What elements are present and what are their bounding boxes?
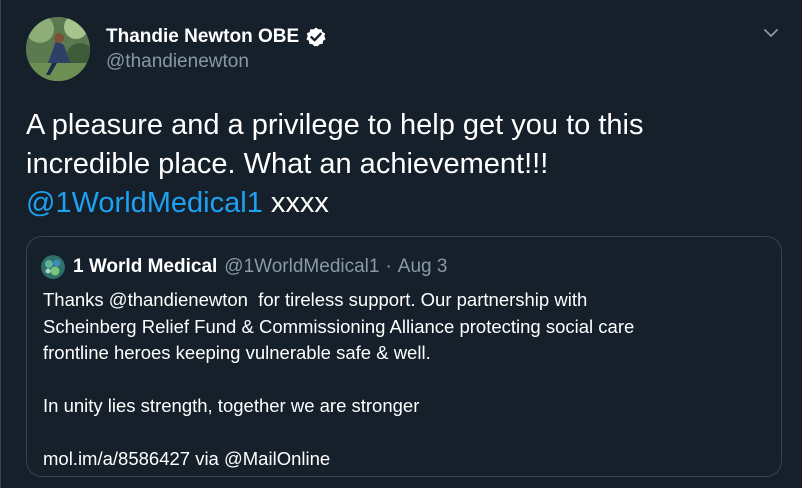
chevron-down-icon[interactable] bbox=[762, 24, 780, 42]
quoted-text-line: Scheinberg Relief Fund & Commissioning A… bbox=[43, 315, 635, 337]
tweet-text: A pleasure and a privilege to help get y… bbox=[26, 106, 766, 223]
quoted-text-link-line: mol.im/a/8586427 via @MailOnline bbox=[43, 448, 331, 469]
verified-badge-icon bbox=[305, 26, 327, 48]
quoted-text-line: frontline heroes keeping vulnerable safe… bbox=[43, 342, 431, 363]
quoted-author-display-name[interactable]: 1 World Medical bbox=[73, 256, 217, 278]
quoted-author-avatar[interactable] bbox=[41, 255, 65, 279]
tweet-text-line: @1WorldMedical1 xxxx bbox=[26, 184, 766, 223]
quoted-author-handle: @1WorldMedical1 bbox=[224, 256, 380, 277]
author-name-row: Thandie Newton OBE bbox=[106, 24, 327, 50]
mention-link[interactable]: @1WorldMedical1 bbox=[26, 187, 263, 219]
quoted-tweet-card[interactable]: 1 World Medical @1WorldMedical1 · Aug 3 … bbox=[26, 236, 782, 477]
author-display-name[interactable]: Thandie Newton OBE bbox=[106, 26, 299, 48]
quoted-separator: · bbox=[385, 256, 392, 277]
quoted-tweet-text: Thanks @thandienewton for tireless suppo… bbox=[43, 287, 773, 473]
quoted-text-line: Thanks @thandienewton for tireless suppo… bbox=[43, 289, 588, 310]
author-handle[interactable]: @thandienewton bbox=[106, 51, 249, 73]
tweet-text-trailing: xxxx bbox=[262, 187, 329, 219]
author-avatar[interactable] bbox=[26, 17, 90, 81]
quoted-tweet-header: 1 World Medical @1WorldMedical1 · Aug 3 bbox=[41, 254, 447, 280]
quoted-tweet-date[interactable]: Aug 3 bbox=[398, 256, 448, 278]
tweet-text-line: incredible place. What an achievement!!! bbox=[26, 148, 549, 180]
quoted-text-line: In unity lies strength, together we are … bbox=[43, 395, 420, 416]
tweet-text-line: A pleasure and a privilege to help get y… bbox=[26, 109, 644, 141]
tweet-card[interactable]: Thandie Newton OBE @thandienewton A plea… bbox=[0, 0, 802, 488]
